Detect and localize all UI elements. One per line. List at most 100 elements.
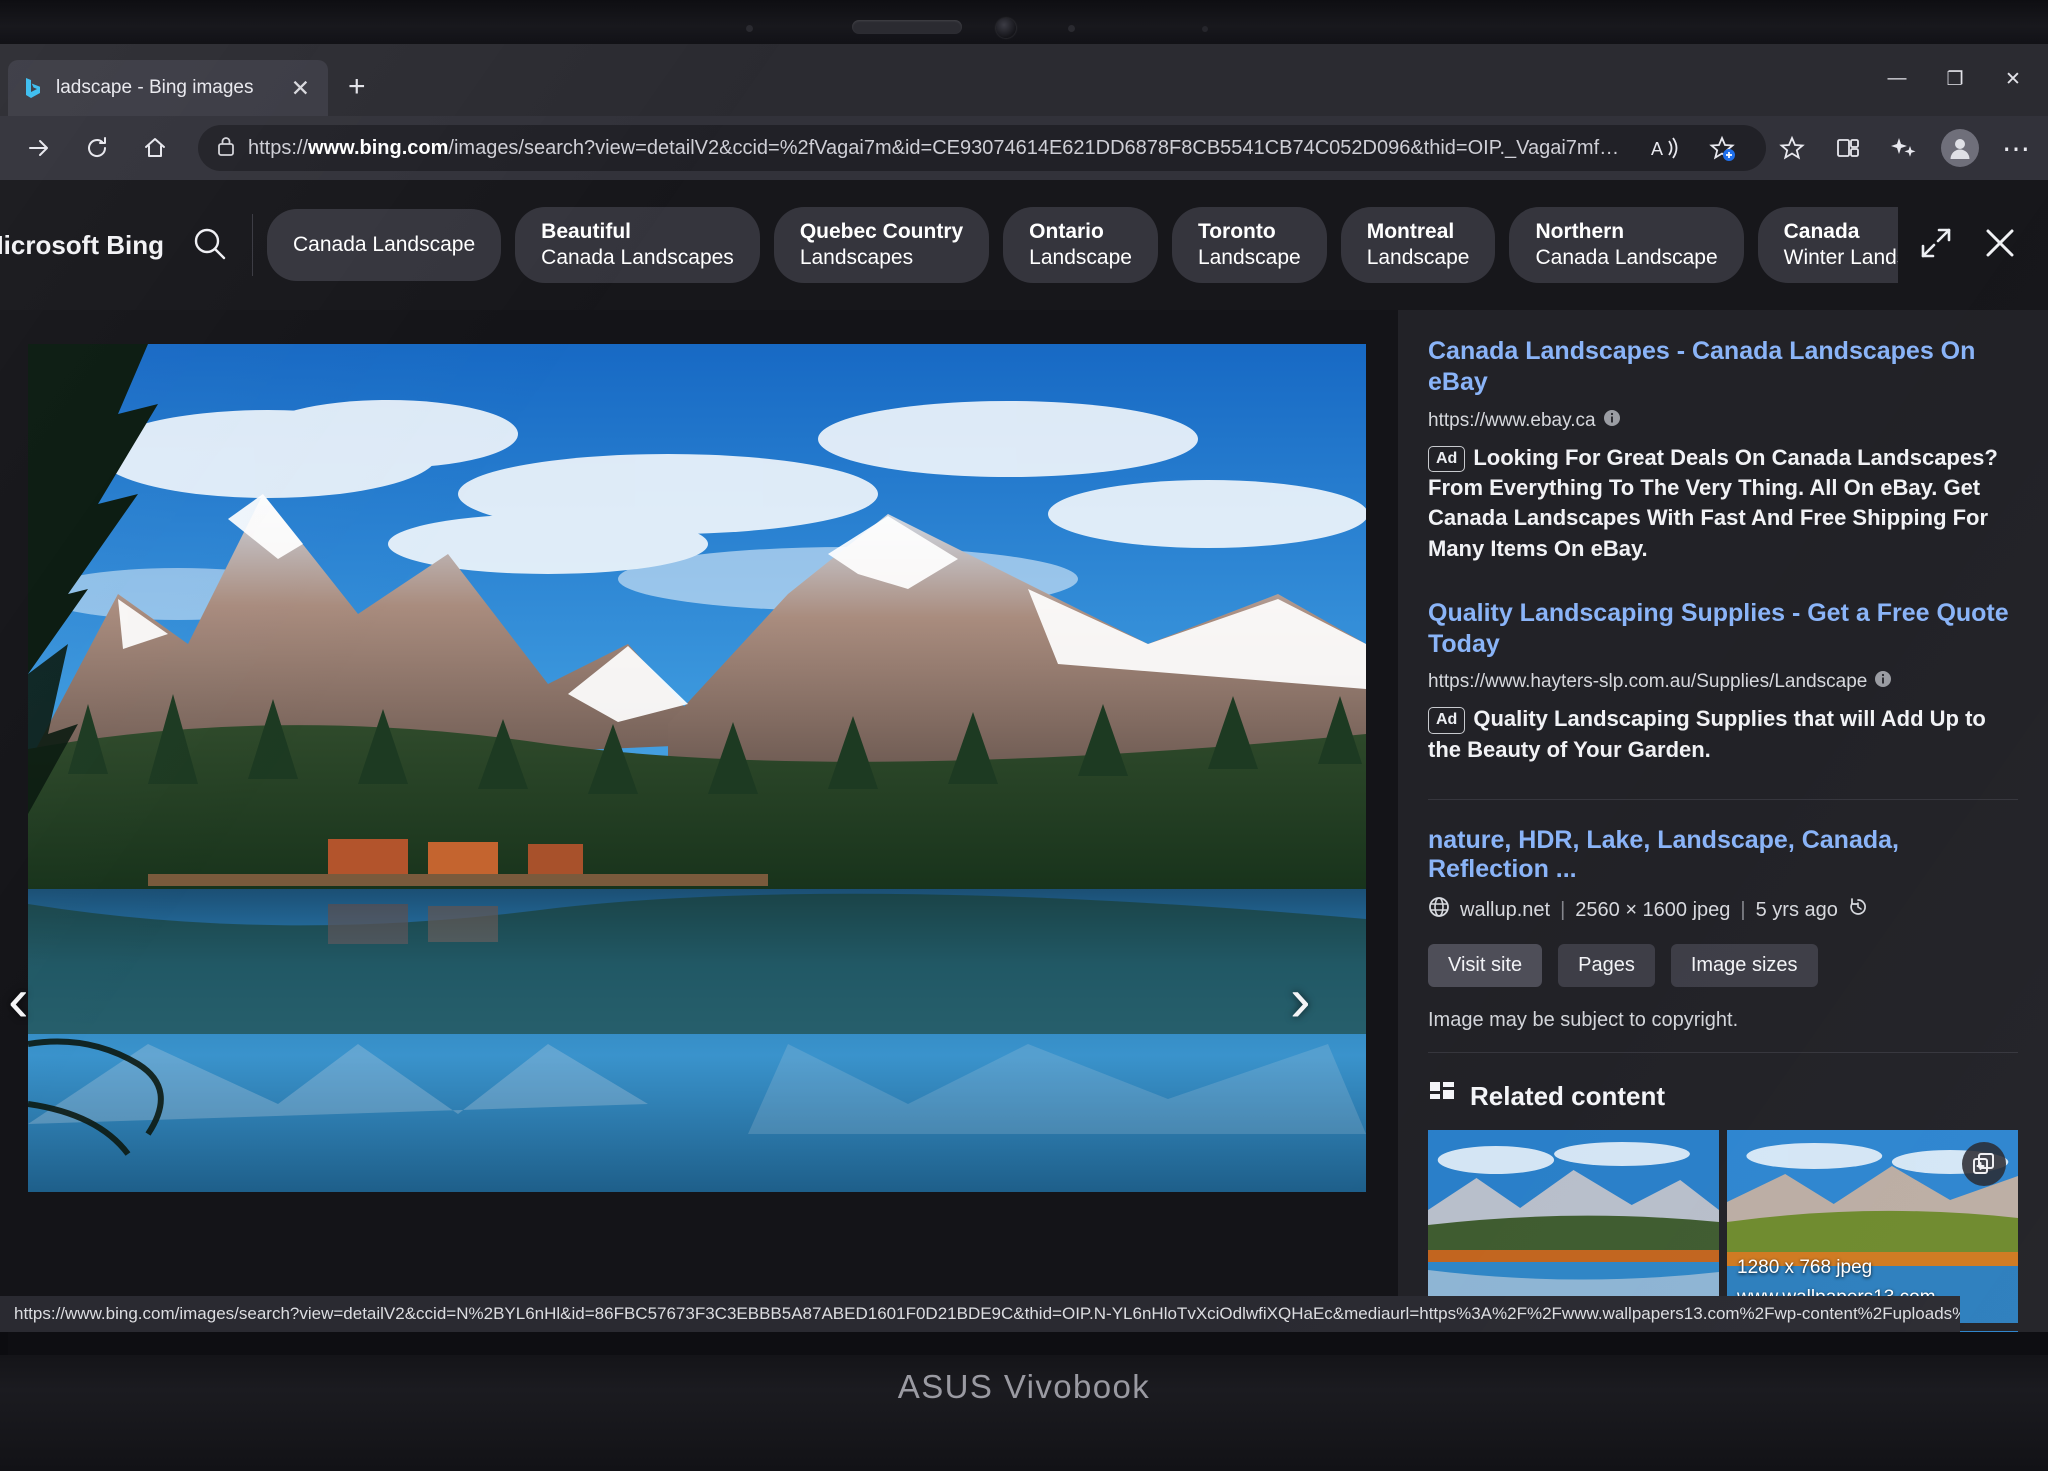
search-pill-line1: Toronto [1198,219,1301,245]
related-thumbnail[interactable] [1428,1130,1719,1323]
favorites-icon[interactable] [1766,122,1818,174]
ad-result: Canada Landscapes - Canada Landscapes On… [1428,336,2018,564]
browser-tab[interactable]: ladscape - Bing images ✕ [8,60,328,116]
info-icon[interactable] [1874,670,1892,694]
grid-icon [1428,1079,1456,1114]
image-title-link[interactable]: nature, HDR, Lake, Landscape, Canada, Re… [1428,826,2018,884]
image-metadata: wallup.net | 2560 × 1600 jpeg | 5 yrs ag… [1428,896,2018,924]
bing-logo-text[interactable]: Microsoft Bing [0,230,164,261]
ad-badge: Ad [1428,707,1465,733]
favorite-star-icon[interactable] [1696,122,1748,174]
ad-description: AdLooking For Great Deals On Canada Land… [1428,443,2018,564]
sidebar-divider [1428,799,2018,800]
ad-url: https://www.hayters-slp.com.au/Supplies/… [1428,670,2018,694]
ad-description: AdQuality Landscaping Supplies that will… [1428,704,2018,765]
search-pill-line2: Landscape [1198,245,1301,271]
window-close-button[interactable]: ✕ [1984,58,2042,100]
add-to-collection-icon[interactable] [1962,1142,2006,1186]
browser-tab-strip: ladscape - Bing images ✕ + — ❐ ✕ [0,44,2048,116]
globe-icon [1428,896,1450,924]
main-image[interactable] [28,344,1366,1192]
address-bar-icons: A [1640,122,1748,174]
ad-url: https://www.ebay.ca [1428,409,2018,433]
bezel-dot-right [1068,25,1075,32]
refresh-button[interactable] [68,119,126,177]
visit-site-button[interactable]: Visit site [1428,944,1542,987]
ad-description-text: Quality Landscaping Supplies that will A… [1428,706,1986,761]
search-pill-line2: Landscape [1367,245,1470,271]
search-pill[interactable]: CanadaWinter Landscape [1758,207,1898,282]
ad-result: Quality Landscaping Supplies - Get a Fre… [1428,598,2018,765]
copyright-notice: Image may be subject to copyright. [1428,1009,2018,1032]
image-age: 5 yrs ago [1756,899,1838,922]
topbar-divider [252,214,253,276]
window-minimize-button[interactable]: — [1868,58,1926,100]
history-icon [1848,897,1868,923]
address-bar-url: https://www.bing.com/images/search?view=… [248,137,1628,160]
viewer-top-actions [1898,221,2048,270]
search-pill[interactable]: MontrealLandscape [1341,207,1496,282]
pages-button[interactable]: Pages [1558,944,1655,987]
search-pill[interactable]: TorontoLandscape [1172,207,1327,282]
new-tab-button[interactable]: + [348,72,366,102]
search-pill-line1: Ontario [1029,219,1132,245]
related-content-heading: Related content [1428,1079,2018,1114]
address-bar[interactable]: https://www.bing.com/images/search?view=… [198,125,1766,171]
browser-tab-title: ladscape - Bing images [56,77,275,99]
meta-separator: | [1560,899,1565,922]
copilot-icon[interactable] [1878,122,1930,174]
search-pill-line1: Quebec Country [800,219,963,245]
browser-settings-more-button[interactable]: ⋯ [1990,122,2042,174]
bing-viewer-topbar: Microsoft Bing Canada Landscape Beautiful… [0,180,2048,310]
search-pill-line1: Northern [1535,219,1717,245]
search-icon[interactable] [188,222,230,269]
collections-icon[interactable] [1822,122,1874,174]
expand-icon[interactable] [1916,223,1956,268]
search-pill-line2: Canada Landscape [1535,245,1717,271]
related-content-title: Related content [1470,1081,1665,1112]
tab-close-icon[interactable]: ✕ [285,75,316,102]
close-icon[interactable] [1978,221,2022,270]
bezel-dot-far-right [1202,26,1208,32]
bezel-dot-left [746,25,753,32]
read-aloud-icon[interactable]: A [1640,122,1692,174]
related-search-pills: Canada Landscape BeautifulCanada Landscap… [267,207,1898,282]
browser-toolbar-right: ⋯ [1766,122,2048,174]
ad-title-link[interactable]: Canada Landscapes - Canada Landscapes On… [1428,336,2018,399]
search-pill-line2: Landscapes [800,245,963,271]
bing-image-viewer: Microsoft Bing Canada Landscape Beautiful… [0,180,2048,1332]
search-pill-line1: Canada Landscape [293,232,475,258]
webcam-lens [996,18,1016,38]
webcam-privacy-slider [852,20,962,34]
next-image-button[interactable]: › [1290,970,1311,1032]
browser-nav-bar: https://www.bing.com/images/search?view=… [0,116,2048,180]
lock-icon [216,135,236,162]
search-pill-line1: Canada [1784,219,1898,245]
search-pill[interactable]: Quebec CountryLandscapes [774,207,989,282]
previous-image-button[interactable]: ‹ [8,970,29,1032]
forward-button[interactable] [10,119,68,177]
ad-description-text: Looking For Great Deals On Canada Landsc… [1428,445,1998,561]
profile-avatar[interactable] [1934,122,1986,174]
search-pill[interactable]: OntarioLandscape [1003,207,1158,282]
home-button[interactable] [126,119,184,177]
image-detail-sidebar: Canada Landscapes - Canada Landscapes On… [1398,310,2048,1332]
ad-url-text: https://www.ebay.ca [1428,410,1596,432]
window-controls: — ❐ ✕ [1868,58,2042,100]
image-sizes-button[interactable]: Image sizes [1671,944,1818,987]
svg-text:A: A [1651,139,1663,159]
search-pill-line2: Landscape [1029,245,1132,271]
device-brand-label: ASUS Vivobook [0,1368,2048,1406]
image-source-block: nature, HDR, Lake, Landscape, Canada, Re… [1428,826,2018,1032]
search-pill[interactable]: Canada Landscape [267,209,501,281]
bing-logo-icon [20,75,46,101]
window-maximize-button[interactable]: ❐ [1926,58,1984,100]
search-pill[interactable]: NorthernCanada Landscape [1509,207,1743,282]
image-action-buttons: Visit site Pages Image sizes [1428,944,2018,987]
related-thumbnail[interactable]: 1280 x 768 jpeg www.wallpapers13.com [1727,1130,2018,1323]
ad-title-link[interactable]: Quality Landscaping Supplies - Get a Fre… [1428,598,2018,661]
search-pill-line2: Canada Landscapes [541,245,734,271]
info-icon[interactable] [1603,409,1621,433]
search-pill[interactable]: BeautifulCanada Landscapes [515,207,760,282]
screen-bezel-top [0,0,2048,48]
